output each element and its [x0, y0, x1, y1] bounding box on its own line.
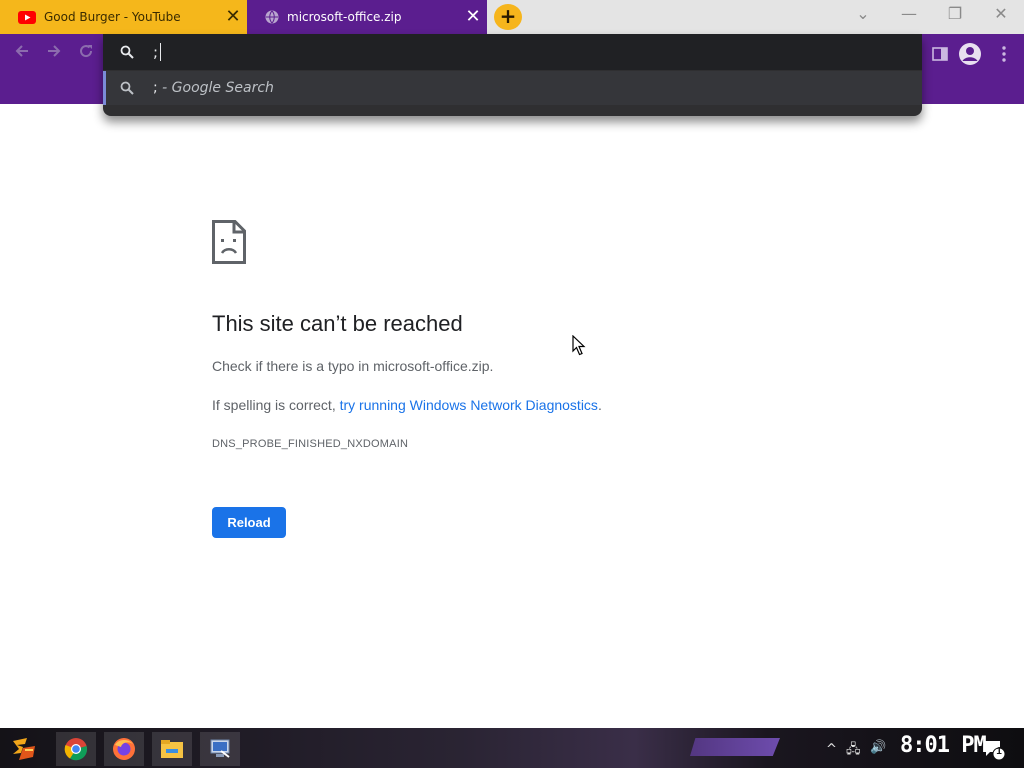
globe-icon	[265, 10, 279, 24]
tray-chevron-icon[interactable]: ^	[826, 742, 837, 757]
minimize-button[interactable]: —	[886, 0, 932, 30]
back-button[interactable]	[8, 40, 36, 68]
suggestion-suffix: - Google Search	[157, 80, 274, 96]
menu-button[interactable]	[990, 40, 1018, 68]
file-explorer-icon	[161, 740, 183, 758]
taskbar-clock[interactable]: 8:01 PM	[900, 733, 987, 758]
suggestion-text: ; - Google Search	[153, 80, 274, 96]
restore-button[interactable]: ❐	[932, 0, 978, 30]
profile-button[interactable]	[956, 40, 984, 68]
close-window-button[interactable]: ✕	[978, 0, 1024, 30]
tab-close-button[interactable]: ✕	[219, 0, 247, 34]
diagnostics-suffix: .	[597, 397, 602, 413]
tab-strip: Good Burger - YouTube ✕ microsoft-office…	[0, 0, 1024, 34]
arrow-right-icon	[48, 45, 61, 57]
start-logo-icon	[13, 738, 35, 760]
reload-toolbar-button[interactable]	[72, 40, 100, 68]
network-diagnostics-link[interactable]: try running Windows Network Diagnostics	[340, 397, 598, 413]
tab-youtube[interactable]: Good Burger - YouTube ✕	[0, 0, 247, 34]
search-icon	[120, 81, 134, 95]
tab-close-button[interactable]: ✕	[459, 0, 487, 34]
avatar-icon	[959, 43, 981, 65]
tab-title: Good Burger - YouTube	[44, 10, 181, 24]
search-icon	[120, 45, 134, 59]
address-input[interactable]: ;	[153, 42, 162, 62]
tab-microsoft-office[interactable]: microsoft-office.zip ✕	[247, 0, 487, 34]
new-tab-button[interactable]: +	[494, 4, 522, 30]
volume-icon[interactable]: 🔊	[870, 740, 886, 755]
side-panel-icon	[932, 47, 948, 61]
taskbar-decoration	[690, 738, 780, 756]
tab-search-button[interactable]: ⌄	[840, 0, 886, 30]
sad-page-icon	[212, 220, 246, 264]
taskbar-file-explorer[interactable]	[152, 732, 192, 766]
side-panel-button[interactable]	[926, 40, 954, 68]
diagnostics-prefix: If spelling is correct,	[212, 397, 340, 413]
error-code: DNS_PROBE_FINISHED_NXDOMAIN	[212, 438, 409, 450]
omnibox-suggestion[interactable]: ; - Google Search	[103, 71, 922, 105]
error-hint-diagnostics: If spelling is correct, try running Wind…	[212, 397, 602, 413]
address-bar[interactable]: ;	[103, 34, 922, 70]
youtube-icon	[18, 10, 36, 24]
chrome-icon	[64, 738, 88, 761]
more-vert-icon	[1002, 46, 1006, 62]
notification-count: 1	[996, 746, 1002, 757]
firefox-icon	[113, 738, 135, 760]
taskbar-chrome[interactable]	[56, 732, 96, 766]
network-tray-icon[interactable]: 🖧	[846, 740, 861, 762]
text-caret	[160, 43, 162, 61]
mouse-cursor-icon	[572, 335, 586, 356]
address-input-value: ;	[153, 43, 159, 61]
network-app-icon	[210, 739, 230, 758]
taskbar-firefox[interactable]	[104, 732, 144, 766]
omnibox-dropdown: ; ; - Google Search	[103, 34, 922, 116]
error-title: This site can’t be reached	[212, 311, 463, 336]
arrow-left-icon	[15, 45, 28, 57]
taskbar-network-app[interactable]	[200, 732, 240, 766]
error-hint-typo: Check if there is a typo in microsoft-of…	[212, 358, 494, 374]
forward-button[interactable]	[40, 40, 68, 68]
reload-button[interactable]: Reload	[212, 507, 286, 538]
notification-center-button[interactable]: 1	[982, 738, 1008, 762]
refresh-icon	[80, 45, 93, 58]
tab-title: microsoft-office.zip	[287, 10, 402, 24]
start-button[interactable]	[4, 732, 44, 766]
